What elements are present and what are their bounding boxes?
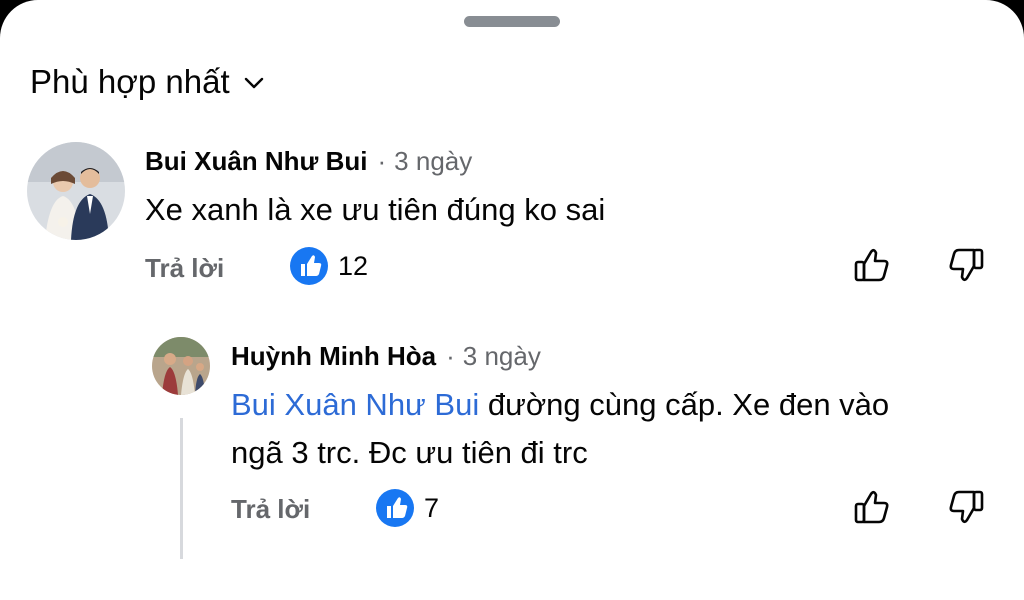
thumbs-down-icon[interactable] bbox=[946, 245, 986, 285]
reply-text-line1: đường cùng cấp. Xe đen vào bbox=[479, 387, 890, 422]
thumbs-down-icon[interactable] bbox=[946, 487, 986, 527]
reply-text-line2: ngã 3 trc. Đc ưu tiên đi trc bbox=[231, 435, 588, 470]
thread-line bbox=[180, 418, 183, 559]
reply-header: Huỳnh Minh Hòa · 3 ngày bbox=[231, 341, 541, 372]
avatar[interactable] bbox=[27, 142, 125, 240]
like-reaction-icon[interactable] bbox=[376, 489, 414, 527]
sort-label: Phù hợp nhất bbox=[30, 63, 230, 100]
separator: · bbox=[446, 341, 455, 371]
like-reaction-icon[interactable] bbox=[290, 247, 328, 285]
reply-text: Bui Xuân Như Bui đường cùng cấp. Xe đen … bbox=[231, 381, 889, 477]
comment-author[interactable]: Bui Xuân Như Bui bbox=[145, 146, 368, 177]
mention-link[interactable]: Bui Xuân Như Bui bbox=[231, 387, 479, 422]
thumbs-up-icon[interactable] bbox=[852, 487, 892, 527]
comment-text: Xe xanh là xe ưu tiên đúng ko sai bbox=[145, 192, 606, 227]
like-count: 12 bbox=[338, 251, 369, 281]
comments-sheet: Phù hợp nhất Bui Xuân Như Bui · 3 ngày X… bbox=[0, 0, 1024, 600]
reply-author[interactable]: Huỳnh Minh Hòa bbox=[231, 341, 436, 372]
reply-time[interactable]: 3 ngày bbox=[463, 341, 541, 372]
reply-button[interactable]: Trả lời bbox=[145, 253, 224, 284]
sheet-grabber[interactable] bbox=[464, 16, 560, 27]
reply-button[interactable]: Trả lời bbox=[231, 494, 310, 525]
comment-header: Bui Xuân Như Bui · 3 ngày bbox=[145, 146, 472, 177]
avatar[interactable] bbox=[152, 337, 210, 395]
chevron-down-icon bbox=[244, 77, 263, 89]
separator: · bbox=[377, 146, 387, 176]
comment-time[interactable]: 3 ngày bbox=[394, 146, 472, 177]
sort-dropdown[interactable]: Phù hợp nhất bbox=[30, 60, 264, 104]
like-count: 7 bbox=[424, 493, 440, 523]
thumbs-up-icon[interactable] bbox=[852, 245, 892, 285]
